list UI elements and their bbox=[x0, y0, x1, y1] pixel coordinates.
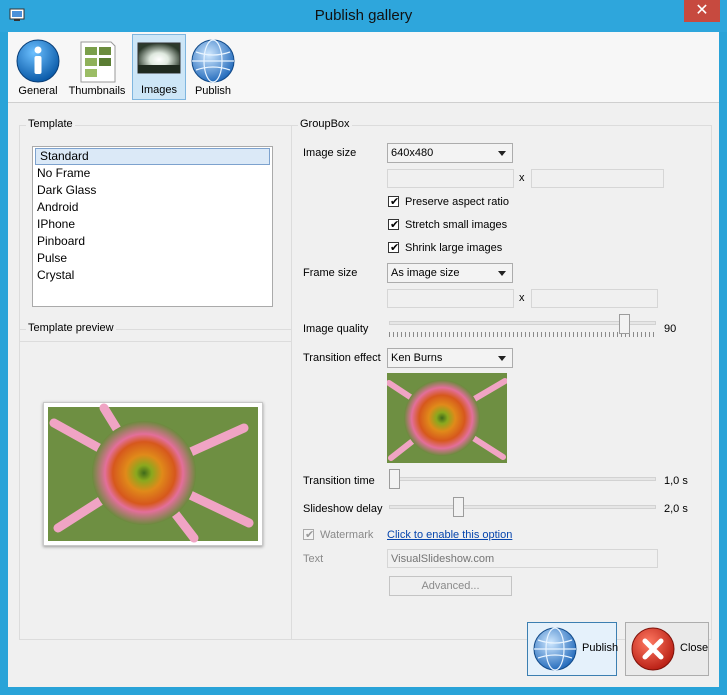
checkbox-box: ✔ bbox=[388, 196, 400, 208]
stretch-small-label: Stretch small images bbox=[405, 219, 508, 231]
window-title: Publish gallery bbox=[314, 7, 413, 24]
checkmark-icon: ✔ bbox=[305, 529, 315, 541]
close-button-label: Close bbox=[680, 642, 709, 654]
image-size-combo[interactable]: 640x480 bbox=[387, 143, 513, 163]
checkmark-icon: ✔ bbox=[390, 219, 400, 231]
list-item[interactable]: Crystal bbox=[33, 267, 272, 284]
slideshow-delay-value: 2,0 s bbox=[664, 503, 688, 515]
close-icon bbox=[631, 627, 675, 671]
flower-transition-graphic bbox=[387, 373, 507, 463]
transition-time-track[interactable] bbox=[389, 477, 656, 481]
list-item[interactable]: IPhone bbox=[33, 216, 272, 233]
image-size-value: 640x480 bbox=[391, 147, 434, 159]
checkbox-box: ✔ bbox=[388, 242, 400, 254]
frame-size-combo[interactable]: As image size bbox=[387, 263, 513, 283]
template-group-title: Template bbox=[26, 118, 75, 130]
enable-watermark-link[interactable]: Click to enable this option bbox=[387, 529, 512, 541]
settings-groupbox: GroupBox Image size 640x480 x ✔ Preserve… bbox=[291, 118, 712, 640]
checkmark-icon: ✔ bbox=[390, 196, 400, 208]
slideshow-delay-slider-thumb[interactable] bbox=[453, 497, 464, 517]
image-icon bbox=[137, 42, 181, 74]
flower-preview-graphic bbox=[48, 403, 258, 543]
dialog-body: General Thumbnails Images Publish Templa… bbox=[8, 32, 719, 687]
template-preview-group: Template preview bbox=[19, 322, 292, 640]
frame-size-label: Frame size bbox=[303, 267, 358, 279]
checkbox-box: ✔ bbox=[303, 529, 315, 541]
image-quality-ticks bbox=[389, 332, 656, 337]
tab-publish-label: Publish bbox=[194, 85, 232, 97]
list-item[interactable]: Dark Glass bbox=[33, 182, 272, 199]
image-width-field[interactable] bbox=[387, 169, 514, 188]
publish-button[interactable]: Publish bbox=[527, 622, 619, 676]
template-preview-title: Template preview bbox=[26, 322, 116, 334]
template-list[interactable]: Standard No Frame Dark Glass Android IPh… bbox=[32, 146, 273, 307]
checkmark-icon: ✔ bbox=[390, 242, 400, 254]
transition-preview-image bbox=[387, 373, 507, 463]
transition-time-slider-thumb[interactable] bbox=[389, 469, 400, 489]
publish-gallery-window: Publish gallery ✕ General Thumbnails Ima… bbox=[0, 0, 727, 695]
text-label: Text bbox=[303, 553, 324, 565]
globe-icon bbox=[533, 627, 577, 671]
list-item[interactable]: No Frame bbox=[33, 165, 272, 182]
image-size-label: Image size bbox=[303, 147, 357, 159]
frame-width-field[interactable] bbox=[387, 289, 514, 308]
tab-thumbnails[interactable]: Thumbnails bbox=[68, 34, 126, 100]
list-item[interactable]: Pinboard bbox=[33, 233, 272, 250]
image-quality-slider-thumb[interactable] bbox=[619, 314, 631, 334]
transition-time-label: Transition time bbox=[303, 475, 375, 487]
advanced-button[interactable]: Advanced... bbox=[389, 576, 512, 596]
close-button[interactable]: Close bbox=[625, 622, 709, 676]
checkbox-box: ✔ bbox=[388, 219, 400, 231]
image-size-x-label: x bbox=[519, 172, 525, 184]
frame-size-value: As image size bbox=[391, 267, 460, 279]
tab-general-label: General bbox=[18, 85, 58, 97]
list-item[interactable]: Android bbox=[33, 199, 272, 216]
tab-thumbnails-label: Thumbnails bbox=[68, 85, 126, 97]
info-icon bbox=[16, 39, 60, 83]
list-item[interactable]: Standard bbox=[35, 148, 270, 165]
window-close-button[interactable]: ✕ bbox=[684, 0, 720, 22]
image-quality-label: Image quality bbox=[303, 323, 369, 335]
frame-size-x-label: x bbox=[519, 292, 525, 304]
chevron-down-icon bbox=[498, 271, 506, 276]
image-quality-value: 90 bbox=[664, 323, 677, 335]
tab-general[interactable]: General bbox=[10, 34, 66, 100]
slideshow-delay-label: Slideshow delay bbox=[303, 503, 383, 515]
globe-icon bbox=[191, 39, 235, 83]
chevron-down-icon bbox=[498, 356, 506, 361]
transition-effect-label: Transition effect bbox=[303, 352, 381, 364]
tab-publish[interactable]: Publish bbox=[188, 34, 238, 100]
groupbox-title: GroupBox bbox=[298, 118, 352, 130]
slideshow-delay-track[interactable] bbox=[389, 505, 656, 509]
category-toolbar: General Thumbnails Images Publish bbox=[8, 32, 719, 103]
watermark-text-field[interactable] bbox=[387, 549, 658, 568]
chevron-down-icon bbox=[498, 151, 506, 156]
watermark-label: Watermark bbox=[320, 529, 374, 541]
image-height-field[interactable] bbox=[531, 169, 664, 188]
title-bar: Publish gallery ✕ bbox=[0, 0, 727, 32]
tab-images[interactable]: Images bbox=[132, 34, 186, 100]
transition-effect-combo[interactable]: Ken Burns bbox=[387, 348, 513, 368]
tab-images-label: Images bbox=[140, 84, 178, 96]
template-preview-image bbox=[43, 402, 263, 546]
list-item[interactable]: Pulse bbox=[33, 250, 272, 267]
thumbnails-icon bbox=[80, 41, 116, 83]
shrink-large-label: Shrink large images bbox=[405, 242, 503, 254]
preserve-aspect-label: Preserve aspect ratio bbox=[405, 196, 509, 208]
transition-effect-value: Ken Burns bbox=[391, 352, 443, 364]
frame-height-field[interactable] bbox=[531, 289, 658, 308]
transition-time-value: 1,0 s bbox=[664, 475, 688, 487]
template-group: Template Standard No Frame Dark Glass An… bbox=[19, 118, 292, 342]
image-quality-track[interactable] bbox=[389, 321, 656, 325]
publish-button-label: Publish bbox=[582, 642, 619, 654]
